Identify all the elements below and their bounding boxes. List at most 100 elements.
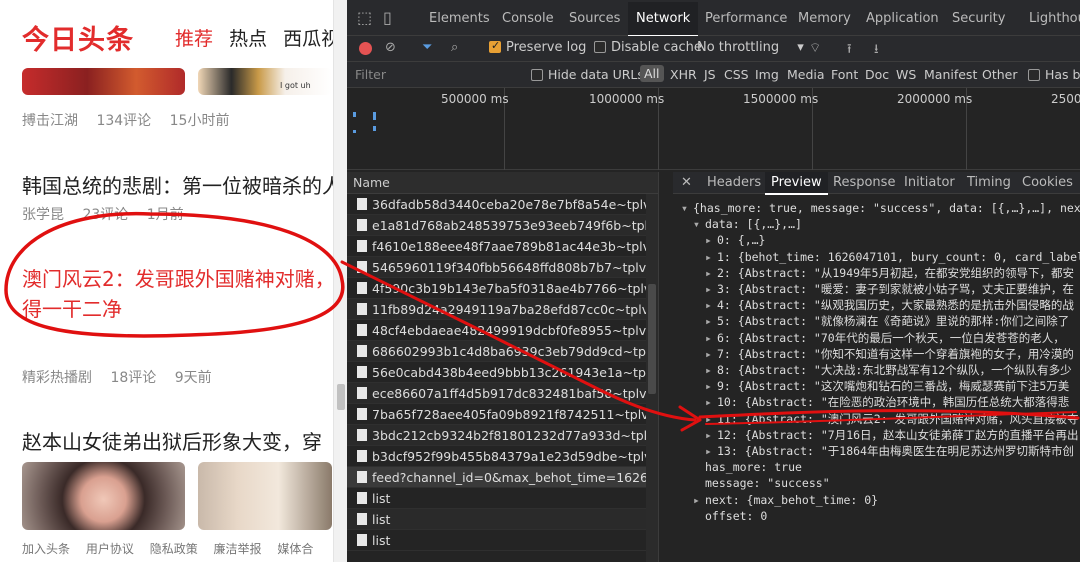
article-title-highlighted[interactable]: 澳门风云2：发哥跟外国赌神对赌， 得一干二净 bbox=[22, 264, 335, 324]
detail-tab-timing[interactable]: Timing bbox=[967, 175, 1011, 190]
json-line[interactable]: ▸ 12: {Abstract: "7月16日，赵本山女徒弟薛丁赵方的直播平台再出 bbox=[681, 427, 1080, 443]
tab-security[interactable]: Security bbox=[952, 11, 1005, 26]
json-line[interactable]: ▸ 0: {,…} bbox=[681, 232, 1080, 248]
network-overview-timeline[interactable]: 500000 ms 1000000 ms 1500000 ms 2000000 … bbox=[347, 88, 1080, 170]
article-thumbnail[interactable] bbox=[22, 462, 185, 530]
filter-all-button[interactable]: All bbox=[640, 65, 664, 82]
request-row[interactable]: list bbox=[347, 530, 658, 551]
json-line[interactable]: ▸ 13: {Abstract: "于1864年由梅奥医生在明尼苏达州罗切斯特市创 bbox=[681, 443, 1080, 459]
filter-doc[interactable]: Doc bbox=[865, 67, 889, 82]
detail-tab-response[interactable]: Response bbox=[833, 175, 895, 190]
network-conditions-icon[interactable]: ⌔ bbox=[809, 40, 821, 56]
json-line[interactable]: ▸ 8: {Abstract: "大决战:东北野战军有12个纵队，一个纵队有多少 bbox=[681, 362, 1080, 378]
filter-ws[interactable]: WS bbox=[896, 67, 916, 82]
request-row[interactable]: b3dcf952f99b455b84379a1e23d59dbe~tplv-tt… bbox=[347, 446, 658, 467]
request-row[interactable]: 7ba65f728aee405fa09b8921f8742511~tplv-tt… bbox=[347, 404, 658, 425]
article-source[interactable]: 精彩热播剧 bbox=[22, 370, 92, 386]
article-source[interactable]: 搏击江湖 bbox=[22, 113, 78, 129]
request-row[interactable]: 4f590c3b19b143e7ba5f0318ae4b7766~tplv-tt… bbox=[347, 278, 658, 299]
json-line[interactable]: ▸ 3: {Abstract: "暖爱：妻子到家就被小姑子骂，丈夫正要维护，在 bbox=[681, 281, 1080, 297]
tab-memory[interactable]: Memory bbox=[798, 11, 851, 26]
detail-tab-initiator[interactable]: Initiator bbox=[904, 175, 955, 190]
request-row[interactable]: list bbox=[347, 488, 658, 509]
tab-network[interactable]: Network bbox=[628, 2, 699, 37]
request-row[interactable]: 3bdc212cb9324b2f81801232d77a933d~tplv-tt… bbox=[347, 425, 658, 446]
article-thumbnail[interactable] bbox=[198, 462, 332, 530]
request-row[interactable]: 5465960119f340fbb56648ffd808b7b7~tplv-tt… bbox=[347, 257, 658, 278]
tab-lighthouse[interactable]: Lighthous bbox=[1029, 11, 1080, 26]
json-line[interactable]: ▸ next: {max_behot_time: 0} bbox=[681, 492, 1080, 508]
request-row[interactable]: 48cf4ebdaeae482499919dcbf0fe8955~tplv-tt… bbox=[347, 320, 658, 341]
search-icon[interactable]: ⌕ bbox=[451, 40, 458, 55]
tab-elements[interactable]: Elements bbox=[429, 11, 490, 26]
json-line[interactable]: ▾ data: [{,…},…] bbox=[681, 216, 1080, 232]
request-row[interactable]: 686602993b1c4d8ba6939c3eb79dd9cd~tplv-tt… bbox=[347, 341, 658, 362]
json-line[interactable]: ▸ 4: {Abstract: "纵观我国历史，大家最熟悉的是抗击外国侵略的战 bbox=[681, 297, 1080, 313]
article-thumbnail[interactable]: I got uh bbox=[198, 68, 332, 95]
page-scrollbar[interactable] bbox=[333, 0, 347, 562]
close-icon[interactable]: ✕ bbox=[681, 175, 692, 190]
json-line[interactable]: ▸ 6: {Abstract: "70年代的最后一个秋天，一位白发苍苍的老人， bbox=[681, 330, 1080, 346]
request-row[interactable]: e1a81d768ab248539753e93eeb749f6b~tplv-tt… bbox=[347, 215, 658, 236]
clear-icon[interactable]: ⊘ bbox=[385, 40, 396, 55]
footer-link[interactable]: 加入头条 bbox=[22, 542, 70, 556]
request-row[interactable]: 36dfadb58d3440ceba20e78e7bf8a54e~tplv-tt… bbox=[347, 194, 658, 215]
scrollbar-thumb[interactable] bbox=[337, 384, 345, 410]
name-column-header[interactable]: Name bbox=[347, 172, 658, 194]
preserve-log-checkbox[interactable]: Preserve log bbox=[489, 39, 586, 55]
request-row[interactable]: f4610e188eee48f7aae789b81ac44e3b~tplv-tt… bbox=[347, 236, 658, 257]
nav-tab-xigua[interactable]: 西瓜视 bbox=[283, 28, 340, 50]
json-line[interactable]: ▸ 10: {Abstract: "在险恶的政治环境中，韩国历任总统大都落得悲 bbox=[681, 394, 1080, 410]
filter-font[interactable]: Font bbox=[831, 67, 858, 82]
filter-xhr[interactable]: XHR bbox=[670, 67, 697, 82]
footer-link[interactable]: 廉洁举报 bbox=[214, 542, 262, 556]
has-blocked-cookies-checkbox[interactable]: Has bl bbox=[1028, 67, 1080, 82]
import-har-icon[interactable]: ⭱ bbox=[847, 40, 852, 62]
site-logo[interactable]: 今日头条 bbox=[22, 18, 134, 57]
filter-icon[interactable]: ⏷ bbox=[422, 40, 432, 55]
nav-tab-hot[interactable]: 热点 bbox=[229, 28, 267, 50]
article-comments[interactable]: 23评论 bbox=[82, 207, 128, 223]
request-row[interactable]: ece86607a1ff4d5b917dc832481baf58~tplv-tt… bbox=[347, 383, 658, 404]
json-line[interactable]: ▸ 9: {Abstract: "这次嘴炮和钻石的三番战，梅威瑟赛前下注5万美 bbox=[681, 378, 1080, 394]
filter-input[interactable]: Filter bbox=[355, 67, 386, 82]
filter-js[interactable]: JS bbox=[704, 67, 716, 82]
request-list-scrollbar[interactable] bbox=[646, 194, 658, 562]
device-toolbar-icon[interactable]: ▯ bbox=[383, 8, 392, 27]
filter-media[interactable]: Media bbox=[787, 67, 825, 82]
request-row[interactable]: list bbox=[347, 509, 658, 530]
nav-tab-recommend[interactable]: 推荐 bbox=[175, 28, 213, 50]
detail-tab-cookies[interactable]: Cookies bbox=[1022, 175, 1073, 190]
filter-other[interactable]: Other bbox=[982, 67, 1018, 82]
throttling-select[interactable]: No throttling ▾ bbox=[697, 40, 804, 55]
tab-console[interactable]: Console bbox=[502, 11, 554, 26]
footer-link[interactable]: 隐私政策 bbox=[150, 542, 198, 556]
filter-manifest[interactable]: Manifest bbox=[924, 67, 977, 82]
article-thumbnail[interactable] bbox=[22, 68, 185, 95]
article-source[interactable]: 张学昆 bbox=[22, 207, 64, 223]
scrollbar-thumb[interactable] bbox=[648, 284, 656, 394]
footer-link[interactable]: 媒体合 bbox=[277, 542, 313, 556]
article-comments[interactable]: 134评论 bbox=[96, 113, 151, 129]
json-line[interactable]: ▸ 2: {Abstract: "从1949年5月初起，在都安党组织的领导下，都安 bbox=[681, 265, 1080, 281]
detail-tab-preview[interactable]: Preview bbox=[765, 172, 828, 195]
filter-css[interactable]: CSS bbox=[724, 67, 749, 82]
request-row[interactable]: 56e0cabd438b4eed9bbb13c261943e1a~tplv-tt… bbox=[347, 362, 658, 383]
filter-img[interactable]: Img bbox=[755, 67, 779, 82]
footer-link[interactable]: 用户协议 bbox=[86, 542, 134, 556]
json-line[interactable]: ▾ {has_more: true, message: "success", da… bbox=[681, 200, 1080, 216]
json-line[interactable]: ▸ 1: {behot_time: 1626047101, bury_count:… bbox=[681, 249, 1080, 265]
request-row[interactable]: 11fb89d24a2949119a7ba28efd87cc0c~tplv-tt… bbox=[347, 299, 658, 320]
export-har-icon[interactable]: ⭳ bbox=[874, 40, 879, 62]
article-title[interactable]: 赵本山女徒弟出狱后形象大变，穿 bbox=[22, 426, 322, 455]
json-line[interactable]: ▸ 5: {Abstract: "就像杨澜在《奇葩说》里说的那样:你们之间除了 bbox=[681, 313, 1080, 329]
tab-sources[interactable]: Sources bbox=[569, 11, 620, 26]
json-line[interactable]: ▸ 11: {Abstract: "澳门风云2: 发哥跟外国赌神对赌，风头直接被夺 bbox=[681, 411, 1080, 427]
tab-performance[interactable]: Performance bbox=[705, 11, 787, 26]
article-comments[interactable]: 18评论 bbox=[110, 370, 156, 386]
article-title[interactable]: 韩国总统的悲剧：第一位被暗杀的人 bbox=[22, 170, 342, 199]
inspect-icon[interactable]: ⬚ bbox=[357, 8, 372, 27]
request-row[interactable]: feed?channel_id=0&max_behot_time=1626047… bbox=[347, 467, 658, 488]
tab-application[interactable]: Application bbox=[866, 11, 939, 26]
hide-data-urls-checkbox[interactable]: Hide data URLs bbox=[531, 67, 644, 82]
